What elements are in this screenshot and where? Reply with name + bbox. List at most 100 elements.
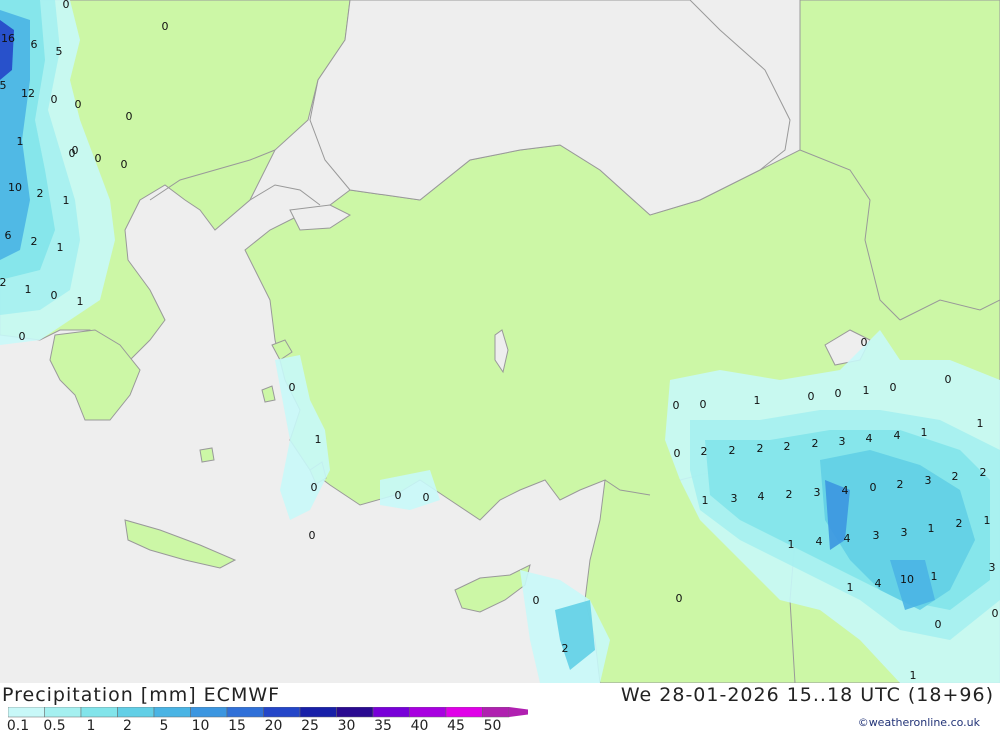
precipitation-map: 0 16 6 5 5 12 0 0 0 0 0 0 1 10 2 1 6 2 1…: [0, 0, 1000, 683]
map-value-label: 0: [126, 110, 133, 123]
legend-label: 2: [123, 718, 132, 734]
valid-time-label: We 28-01-2026 15..18 UTC (18+96): [620, 684, 994, 706]
legend-swatch: [80, 707, 118, 718]
map-value-label: 1: [847, 581, 854, 594]
map-value-label: 4: [842, 484, 849, 497]
map-value-label: 1: [931, 570, 938, 583]
map-value-label: 1: [928, 522, 935, 535]
map-value-label: 2: [31, 235, 38, 248]
legend-label: 25: [301, 718, 319, 734]
map-value-label: 1: [25, 283, 32, 296]
legend-swatch: [153, 707, 191, 718]
map-value-label: 1: [977, 417, 984, 430]
legend-swatch: [190, 707, 228, 718]
map-value-label: 2: [37, 187, 44, 200]
map-value-label: 2: [786, 488, 793, 501]
map-value-label: 0: [309, 529, 316, 542]
map-value-label: 5: [0, 79, 7, 92]
map-value-label: 0: [162, 20, 169, 33]
map-value-label: 10: [8, 181, 22, 194]
map-value-label: 2: [701, 445, 708, 458]
map-value-label: 0: [19, 330, 26, 343]
legend-label: 45: [447, 718, 465, 734]
map-value-label: 1: [984, 514, 991, 527]
map-value-label: 0: [835, 387, 842, 400]
map-value-label: 0: [890, 381, 897, 394]
legend-swatch: [8, 707, 45, 718]
map-value-label: 2: [562, 642, 569, 655]
map-value-label: 1: [863, 384, 870, 397]
map-value-label: 3: [839, 435, 846, 448]
map-value-label: 0: [72, 144, 79, 157]
legend-label: 5: [159, 718, 169, 734]
map-value-label: 10: [900, 573, 914, 586]
legend-label: 35: [374, 718, 392, 734]
legend-swatch: [372, 707, 410, 718]
map-value-label: 0: [51, 289, 58, 302]
legend-swatch: [336, 707, 374, 718]
map-value-label: 5: [56, 45, 63, 58]
legend-swatch: [263, 707, 301, 718]
legend-label: 50: [483, 718, 502, 734]
legend-swatch: [445, 707, 483, 718]
map-value-label: 16: [1, 32, 15, 45]
map-value-label: 0: [945, 373, 952, 386]
map-value-label: 0: [121, 158, 128, 171]
legend-label: 40: [410, 718, 429, 734]
map-value-label: 3: [925, 474, 932, 487]
map-value-label: 2: [0, 276, 7, 289]
credit-link[interactable]: ©weatheronline.co.uk: [858, 716, 980, 729]
map-value-label: 0: [311, 481, 318, 494]
map-value-label: 0: [63, 0, 70, 11]
legend-label: 30: [337, 718, 356, 734]
map-value-label: 3: [814, 486, 821, 499]
map-value-label: 0: [395, 489, 402, 502]
map-value-label: 0: [992, 607, 999, 620]
map-value-label: 3: [873, 529, 880, 542]
legend-label: 15: [228, 718, 246, 734]
legend-label: 0.5: [43, 718, 66, 734]
map-value-label: 2: [729, 444, 736, 457]
map-value-label: 1: [17, 135, 24, 148]
map-value-label: 1: [77, 295, 84, 308]
map-value-label: 2: [897, 478, 904, 491]
map-value-label: 2: [980, 466, 987, 479]
legend-swatch: [226, 707, 264, 718]
map-value-label: 1: [315, 433, 322, 446]
map-value-label: 4: [816, 535, 823, 548]
map-value-label: 1: [788, 538, 795, 551]
map-value-label: 6: [31, 38, 38, 51]
map-value-label: 3: [731, 492, 738, 505]
map-value-label: 0: [533, 594, 540, 607]
legend-swatch: [299, 707, 337, 718]
map-value-label: 1: [754, 394, 761, 407]
map-value-label: 0: [676, 592, 683, 605]
map-value-label: 1: [702, 494, 709, 507]
map-value-label: 0: [423, 491, 430, 504]
legend-label: 20: [264, 718, 283, 734]
map-value-label: 2: [812, 437, 819, 450]
map-value-label: 4: [894, 429, 901, 442]
land-naxos: [199, 447, 215, 463]
map-value-label: 4: [866, 432, 873, 445]
map-value-label: 0: [808, 390, 815, 403]
legend-swatch: [409, 707, 447, 718]
legend-arrow: [509, 707, 528, 717]
map-value-label: 6: [5, 229, 12, 242]
map-value-label: 0: [674, 447, 681, 460]
map-value-label: 0: [289, 381, 296, 394]
map-value-label: 3: [989, 561, 996, 574]
map-value-label: 4: [844, 532, 851, 545]
legend-label: 0.1: [6, 718, 30, 734]
map-value-label: 0: [935, 618, 942, 631]
map-value-label: 2: [784, 440, 791, 453]
map-value-label: 0: [51, 93, 58, 106]
map-value-label: 12: [21, 87, 35, 100]
map-value-label: 4: [758, 490, 765, 503]
map-value-label: 0: [861, 336, 868, 349]
map-value-label: 0: [95, 152, 102, 165]
map-value-label: 0: [700, 398, 707, 411]
map-value-label: 1: [921, 426, 928, 439]
legend-swatch: [117, 707, 155, 718]
legend-swatch: [482, 707, 510, 718]
